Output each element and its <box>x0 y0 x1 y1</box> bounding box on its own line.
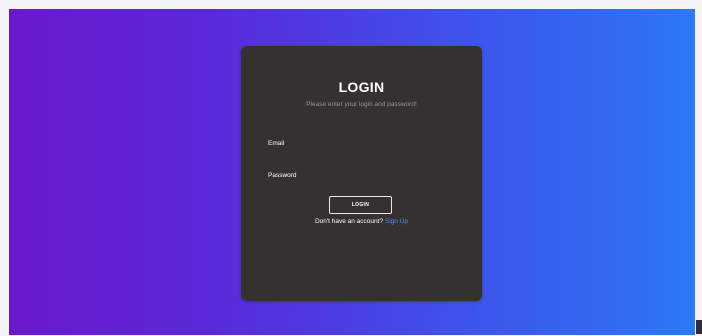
login-card: LOGIN Please enter your login and passwo… <box>241 46 482 301</box>
login-subtitle: Please enter your login and password! <box>306 101 417 108</box>
corner-widget <box>696 320 702 334</box>
password-label: Password <box>268 172 297 179</box>
email-label: Email <box>268 140 285 147</box>
signup-prompt: Don't have an account? <box>314 218 384 225</box>
email-field[interactable] <box>301 138 451 150</box>
signup-link[interactable]: Sign Up <box>385 218 408 225</box>
signup-row: Don't have an account? Sign Up <box>241 218 482 225</box>
password-field[interactable] <box>301 170 451 182</box>
login-title: LOGIN <box>338 79 385 95</box>
login-button[interactable]: LOGIN <box>329 196 392 214</box>
